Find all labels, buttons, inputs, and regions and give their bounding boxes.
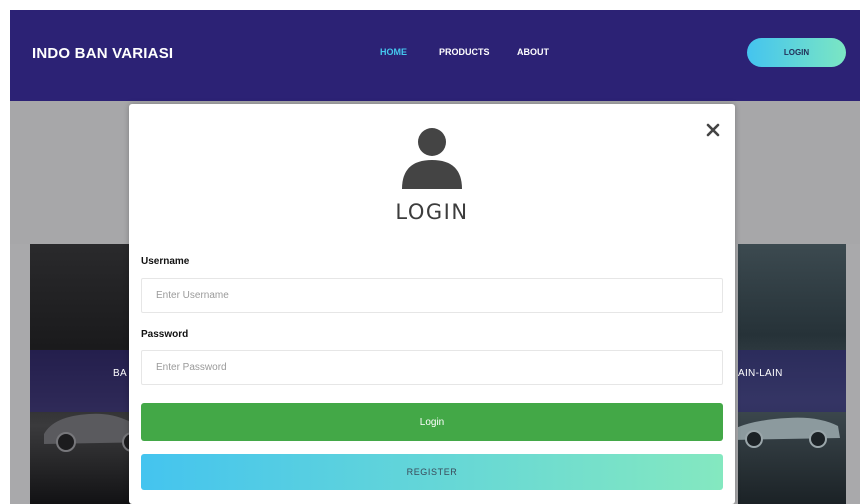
category-card-right-label: AIN-LAIN [738,368,783,379]
username-input[interactable] [141,278,723,313]
nav-about-link[interactable]: ABOUT [517,47,549,57]
nav-products-link[interactable]: PRODUCTS [439,47,490,57]
nav-login-button[interactable]: LOGIN [747,38,846,67]
car-image [44,413,140,452]
username-label: Username [141,256,190,267]
close-icon[interactable] [705,122,721,138]
page-frame: INDO BAN VARIASI HOME PRODUCTS ABOUT LOG… [10,10,860,504]
category-card-right[interactable]: AIN-LAIN [738,244,846,504]
car-image [738,417,840,448]
password-input[interactable] [141,350,723,385]
brand-logo[interactable]: INDO BAN VARIASI [32,45,173,62]
top-navbar: INDO BAN VARIASI HOME PRODUCTS ABOUT LOG… [10,10,860,101]
category-card-left-label: BA [113,368,127,379]
nav-home-link[interactable]: HOME [380,47,407,57]
login-modal: LOGIN Username Password Login REGISTER [129,104,735,504]
modal-title: LOGIN [395,200,469,224]
password-label: Password [141,329,189,340]
login-submit-button[interactable]: Login [141,403,723,441]
user-avatar-icon [402,128,462,189]
category-card-left[interactable]: BA [30,244,140,504]
register-button[interactable]: REGISTER [141,454,723,490]
